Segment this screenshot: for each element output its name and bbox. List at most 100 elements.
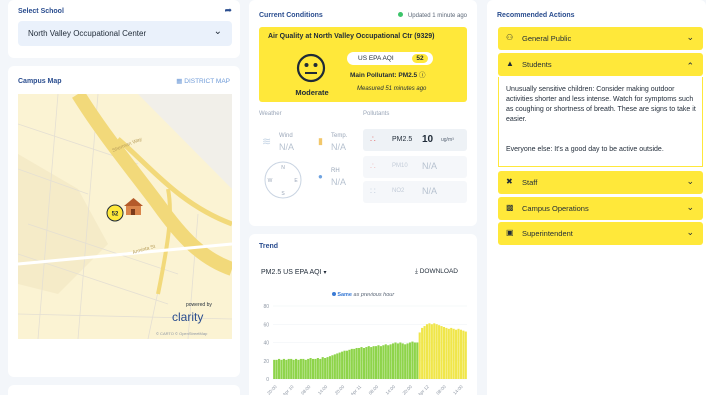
trend-card: Trend PM2.5 US EPA AQI ▾ ⤓ DOWNLOAD Same… xyxy=(249,234,477,395)
trend-bar[interactable] xyxy=(307,358,310,379)
trend-bar[interactable] xyxy=(416,342,419,380)
trend-bar[interactable] xyxy=(457,328,460,379)
trend-bar[interactable] xyxy=(345,350,349,379)
aqi-marker[interactable]: 52 xyxy=(106,204,124,222)
share-icon[interactable]: ➦ xyxy=(224,5,232,16)
trend-bar[interactable] xyxy=(404,344,407,379)
trend-bar[interactable] xyxy=(387,345,390,379)
trend-bar[interactable] xyxy=(328,356,332,379)
trend-bar[interactable] xyxy=(433,323,436,379)
trend-bar[interactable] xyxy=(355,347,358,379)
trend-bar[interactable] xyxy=(425,324,429,379)
trend-bar[interactable] xyxy=(450,327,453,379)
trend-bar[interactable] xyxy=(367,346,370,379)
trend-bar[interactable] xyxy=(275,359,278,379)
action-general-public[interactable]: ⚇ General Public ⌄ xyxy=(498,27,703,50)
recommended-actions-title: Recommended Actions xyxy=(497,12,575,19)
trend-bar[interactable] xyxy=(338,352,341,379)
trend-chart[interactable]: 02040608020:00 Apr 10 08:00 14:00 20:00 Apr 1… xyxy=(257,302,471,395)
trend-bar[interactable] xyxy=(350,348,353,379)
trend-bar[interactable] xyxy=(455,329,458,379)
trend-bar[interactable] xyxy=(331,355,334,379)
trend-bar[interactable] xyxy=(285,359,288,379)
action-students[interactable]: ▲ Students ⌃ xyxy=(498,53,703,76)
trend-bar[interactable] xyxy=(297,359,300,379)
trend-bar[interactable] xyxy=(389,344,392,379)
trend-bar[interactable] xyxy=(384,344,387,379)
trend-bar[interactable] xyxy=(365,347,368,379)
trend-bar[interactable] xyxy=(440,326,443,379)
trend-bar[interactable] xyxy=(428,323,431,379)
briefcase-icon: ▣ xyxy=(506,228,514,237)
trend-bar[interactable] xyxy=(370,347,373,379)
trend-bar[interactable] xyxy=(459,329,463,379)
trend-bar[interactable] xyxy=(394,342,397,380)
trend-bar[interactable] xyxy=(379,346,382,379)
trend-bar[interactable] xyxy=(418,332,421,379)
trend-bar[interactable] xyxy=(302,358,305,379)
trend-bar[interactable] xyxy=(290,358,293,379)
trend-bar[interactable] xyxy=(314,358,317,379)
students-guidance-1: Unusually sensitive children: Consider m… xyxy=(506,86,696,123)
trend-bar[interactable] xyxy=(372,346,375,379)
trend-bar[interactable] xyxy=(358,347,361,379)
trend-bar[interactable] xyxy=(333,354,336,379)
trend-bar[interactable] xyxy=(399,342,402,380)
chevron-down-icon: ⌄ xyxy=(213,26,222,37)
trend-bar[interactable] xyxy=(326,357,329,379)
trend-bar[interactable] xyxy=(319,358,322,379)
trend-bar[interactable] xyxy=(452,328,455,379)
school-select-card: Select School ➦ North Valley Occupationa… xyxy=(8,0,240,58)
trend-bar[interactable] xyxy=(430,324,433,379)
district-map-link[interactable]: ▦ DISTRICT MAP xyxy=(176,77,230,85)
school-dropdown[interactable]: North Valley Occupational Center ⌄ xyxy=(18,21,232,46)
trend-bar[interactable] xyxy=(273,359,276,379)
trend-bar[interactable] xyxy=(411,341,414,379)
trend-bar[interactable] xyxy=(292,359,295,379)
trend-bar[interactable] xyxy=(299,358,302,379)
trend-bar[interactable] xyxy=(278,358,281,379)
trend-bar[interactable] xyxy=(391,343,395,379)
action-campus-operations[interactable]: ▩ Campus Operations ⌄ xyxy=(498,197,703,220)
trend-bar[interactable] xyxy=(360,347,363,379)
trend-bar[interactable] xyxy=(324,358,327,379)
trend-bar[interactable] xyxy=(423,326,426,379)
trend-bar[interactable] xyxy=(341,351,344,380)
trend-bar[interactable] xyxy=(421,327,424,379)
action-staff[interactable]: ✖ Staff ⌄ xyxy=(498,171,703,194)
trend-bar[interactable] xyxy=(442,326,446,379)
trend-bar[interactable] xyxy=(309,358,312,379)
trend-bar[interactable] xyxy=(438,325,441,379)
trend-bar[interactable] xyxy=(447,328,450,379)
trend-bar[interactable] xyxy=(304,359,307,379)
aqi-marker-value: 52 xyxy=(112,212,119,218)
trend-bar[interactable] xyxy=(353,348,356,379)
download-button[interactable]: ⤓ DOWNLOAD xyxy=(415,268,458,276)
trend-bar[interactable] xyxy=(343,350,346,379)
trend-bar[interactable] xyxy=(321,357,324,379)
trend-bar[interactable] xyxy=(435,324,438,379)
trend-bar[interactable] xyxy=(401,343,404,379)
trend-bar[interactable] xyxy=(362,347,366,379)
metric-selector[interactable]: PM2.5 US EPA AQI ▾ xyxy=(261,269,327,276)
trend-bar[interactable] xyxy=(396,343,399,379)
trend-bar[interactable] xyxy=(406,343,409,379)
trend-bar[interactable] xyxy=(445,327,448,379)
trend-bar[interactable] xyxy=(311,358,315,379)
info-icon[interactable]: ⓘ xyxy=(419,72,426,79)
trend-bar[interactable] xyxy=(316,358,319,379)
trend-bar[interactable] xyxy=(280,359,283,379)
trend-bar[interactable] xyxy=(382,345,385,379)
trend-bar[interactable] xyxy=(287,358,290,379)
trend-bar[interactable] xyxy=(294,358,298,379)
action-superintendent[interactable]: ▣ Superintendent ⌄ xyxy=(498,222,703,245)
trend-bar[interactable] xyxy=(336,353,339,379)
trend-bar[interactable] xyxy=(408,342,412,380)
trend-bar[interactable] xyxy=(377,345,380,379)
trend-bar[interactable] xyxy=(413,342,416,380)
trend-bar[interactable] xyxy=(462,330,465,379)
trend-bar[interactable] xyxy=(348,349,351,379)
trend-bar[interactable] xyxy=(464,331,467,379)
trend-bar[interactable] xyxy=(375,346,378,379)
trend-bar[interactable] xyxy=(282,358,285,379)
